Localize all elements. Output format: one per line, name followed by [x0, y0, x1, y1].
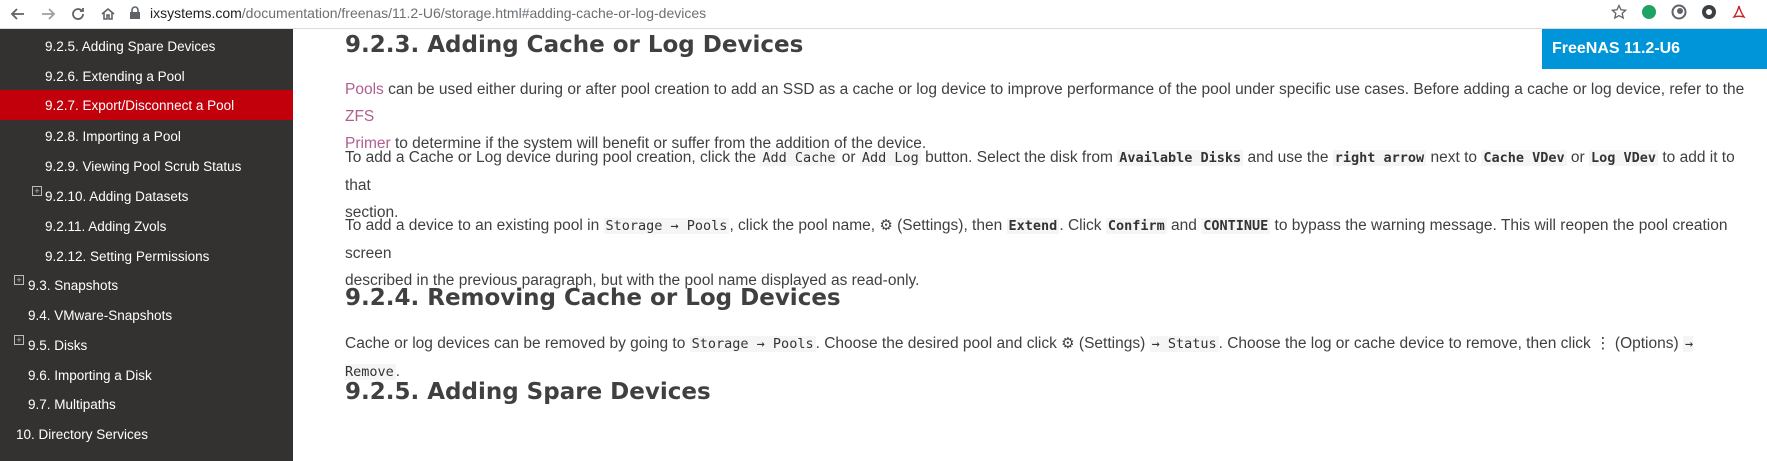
text: and: [1166, 217, 1202, 234]
code-cache-vdev: Cache VDev: [1481, 150, 1567, 166]
code-storage-pools: Storage → Pools: [689, 336, 816, 352]
sidebar-item-export-disconnect-a-pool[interactable]: 9.2.7. Export/Disconnect a Pool: [0, 90, 293, 120]
sidebar-item-label: 9.5. Disks: [28, 337, 88, 353]
reload-icon[interactable]: [66, 2, 90, 26]
expand-plus-icon[interactable]: +: [14, 275, 24, 285]
text: and use the: [1243, 149, 1333, 166]
home-icon[interactable]: [96, 2, 120, 26]
url-path: /documentation/freenas/11.2-U6/storage.h…: [241, 5, 707, 21]
gear-icon: ⚙: [879, 216, 893, 234]
code-status: → Status: [1149, 336, 1219, 352]
version-badge-label: FreeNAS 11.2-U6: [1552, 40, 1681, 57]
sidebar-item-multipaths[interactable]: 9.7. Multipaths: [0, 389, 293, 419]
text: (Options): [1610, 335, 1683, 352]
code-confirm: Confirm: [1105, 218, 1167, 234]
browser-toolbar: ixsystems.com/documentation/freenas/11.2…: [0, 0, 1767, 29]
sidebar-item-label: 10. Directory Services: [16, 426, 149, 442]
sidebar-item-vmware-snapshots[interactable]: 9.4. VMware-Snapshots: [0, 300, 293, 330]
link-pools[interactable]: Pools: [345, 81, 384, 98]
pdf-extension-icon[interactable]: [1731, 4, 1747, 20]
sidebar-item-label: 9.2.8. Importing a Pool: [45, 128, 181, 144]
url-host: ixsystems.com: [150, 5, 242, 21]
sidebar-item-viewing-pool-scrub-status[interactable]: 9.2.9. Viewing Pool Scrub Status: [0, 151, 293, 181]
sidebar-item-adding-datasets[interactable]: +9.2.10. Adding Datasets: [0, 181, 293, 211]
sidebar-item-label: 9.2.6. Extending a Pool: [45, 68, 185, 84]
address-bar[interactable]: ixsystems.com/documentation/freenas/11.2…: [128, 2, 1758, 24]
sidebar-item-adding-spare-devices[interactable]: 9.2.5. Adding Spare Devices: [0, 31, 293, 61]
sidebar-item-adding-zvols[interactable]: 9.2.11. Adding Zvols: [0, 211, 293, 241]
code-storage-pools: Storage → Pools: [603, 218, 730, 234]
text: , click the pool name,: [729, 217, 880, 234]
extension-gray-icon[interactable]: [1671, 4, 1687, 20]
sidebar-item-label: 9.2.10. Adding Datasets: [45, 188, 189, 204]
sidebar-item-label: 9.3. Snapshots: [28, 277, 119, 293]
section-heading-adding-spare: 9.2.5. Adding Spare Devices: [345, 379, 711, 405]
text: (Settings): [1074, 335, 1150, 352]
back-icon[interactable]: [6, 2, 30, 26]
text: . Click: [1059, 217, 1106, 234]
sidebar-item-label: 9.2.7. Export/Disconnect a Pool: [45, 97, 235, 113]
code-right-arrow: right arrow: [1332, 150, 1427, 166]
options-dots-icon: ⋮: [1595, 335, 1611, 352]
text: To add a Cache or Log device during pool…: [345, 149, 761, 166]
sidebar-item-directory-services[interactable]: 10. Directory Services: [0, 419, 293, 449]
text: . Choose the log or cache device to remo…: [1218, 335, 1596, 352]
sidebar-item-importing-a-disk[interactable]: 9.6. Importing a Disk: [0, 360, 293, 390]
paragraph-add-existing-pool: To add a device to an existing pool in S…: [345, 212, 1755, 294]
forward-icon[interactable]: [36, 2, 60, 26]
text: . Choose the desired pool and click: [815, 335, 1062, 352]
text: button. Select the disk from: [920, 149, 1118, 166]
text: To add a device to an existing pool in: [345, 217, 604, 234]
text: (Settings), then: [892, 217, 1007, 234]
extension-green-icon[interactable]: [1641, 4, 1657, 20]
code-extend: Extend: [1006, 218, 1060, 234]
sidebar-item-label: 9.2.5. Adding Spare Devices: [45, 38, 216, 54]
link-text: ZFS: [345, 108, 375, 125]
text: or: [837, 149, 860, 166]
text: can be used either during or after pool …: [383, 81, 1745, 98]
section-heading-removing-cache: 9.2.4. Removing Cache or Log Devices: [345, 285, 841, 311]
code-add-cache: Add Cache: [760, 150, 838, 166]
sidebar-item-extending-a-pool[interactable]: 9.2.6. Extending a Pool: [0, 61, 293, 91]
code-available-disks: Available Disks: [1117, 150, 1244, 166]
sidebar-item-setting-permissions[interactable]: 9.2.12. Setting Permissions: [0, 241, 293, 271]
sidebar-item-label: 9.2.9. Viewing Pool Scrub Status: [45, 158, 242, 174]
sidebar-item-label: 9.2.12. Setting Permissions: [45, 248, 210, 264]
text: next to: [1426, 149, 1482, 166]
expand-plus-icon[interactable]: +: [14, 335, 24, 345]
text: or: [1566, 149, 1590, 166]
sidebar-item-label: 9.6. Importing a Disk: [28, 367, 152, 383]
sidebar: 9.2.5. Adding Spare Devices 9.2.6. Exten…: [0, 29, 293, 461]
code-continue: CONTINUE: [1201, 218, 1271, 234]
bookmark-star-icon[interactable]: [1610, 3, 1628, 20]
gear-icon: ⚙: [1061, 334, 1075, 352]
sidebar-item-importing-a-pool[interactable]: 9.2.8. Importing a Pool: [0, 121, 293, 151]
sidebar-item-label: 9.7. Multipaths: [28, 396, 116, 412]
extension-dark-icon[interactable]: [1701, 4, 1717, 20]
code-add-log: Add Log: [859, 150, 921, 166]
expand-plus-icon[interactable]: +: [32, 186, 42, 196]
sidebar-item-label: 9.2.11. Adding Zvols: [45, 218, 167, 234]
sidebar-item-disks[interactable]: +9.5. Disks: [0, 330, 293, 360]
version-badge[interactable]: FreeNAS 11.2-U6: [1542, 29, 1767, 69]
paragraph-removing: Cache or log devices can be removed by g…: [345, 330, 1755, 386]
section-heading-adding-cache: 9.2.3. Adding Cache or Log Devices: [345, 32, 804, 58]
text: .: [395, 363, 401, 380]
text: Cache or log devices can be removed by g…: [345, 335, 690, 352]
sidebar-item-snapshots[interactable]: +9.3. Snapshots: [0, 270, 293, 300]
code-log-vdev: Log VDev: [1589, 150, 1659, 166]
lock-icon: [130, 6, 140, 19]
sidebar-item-label: 9.4. VMware-Snapshots: [28, 307, 173, 323]
